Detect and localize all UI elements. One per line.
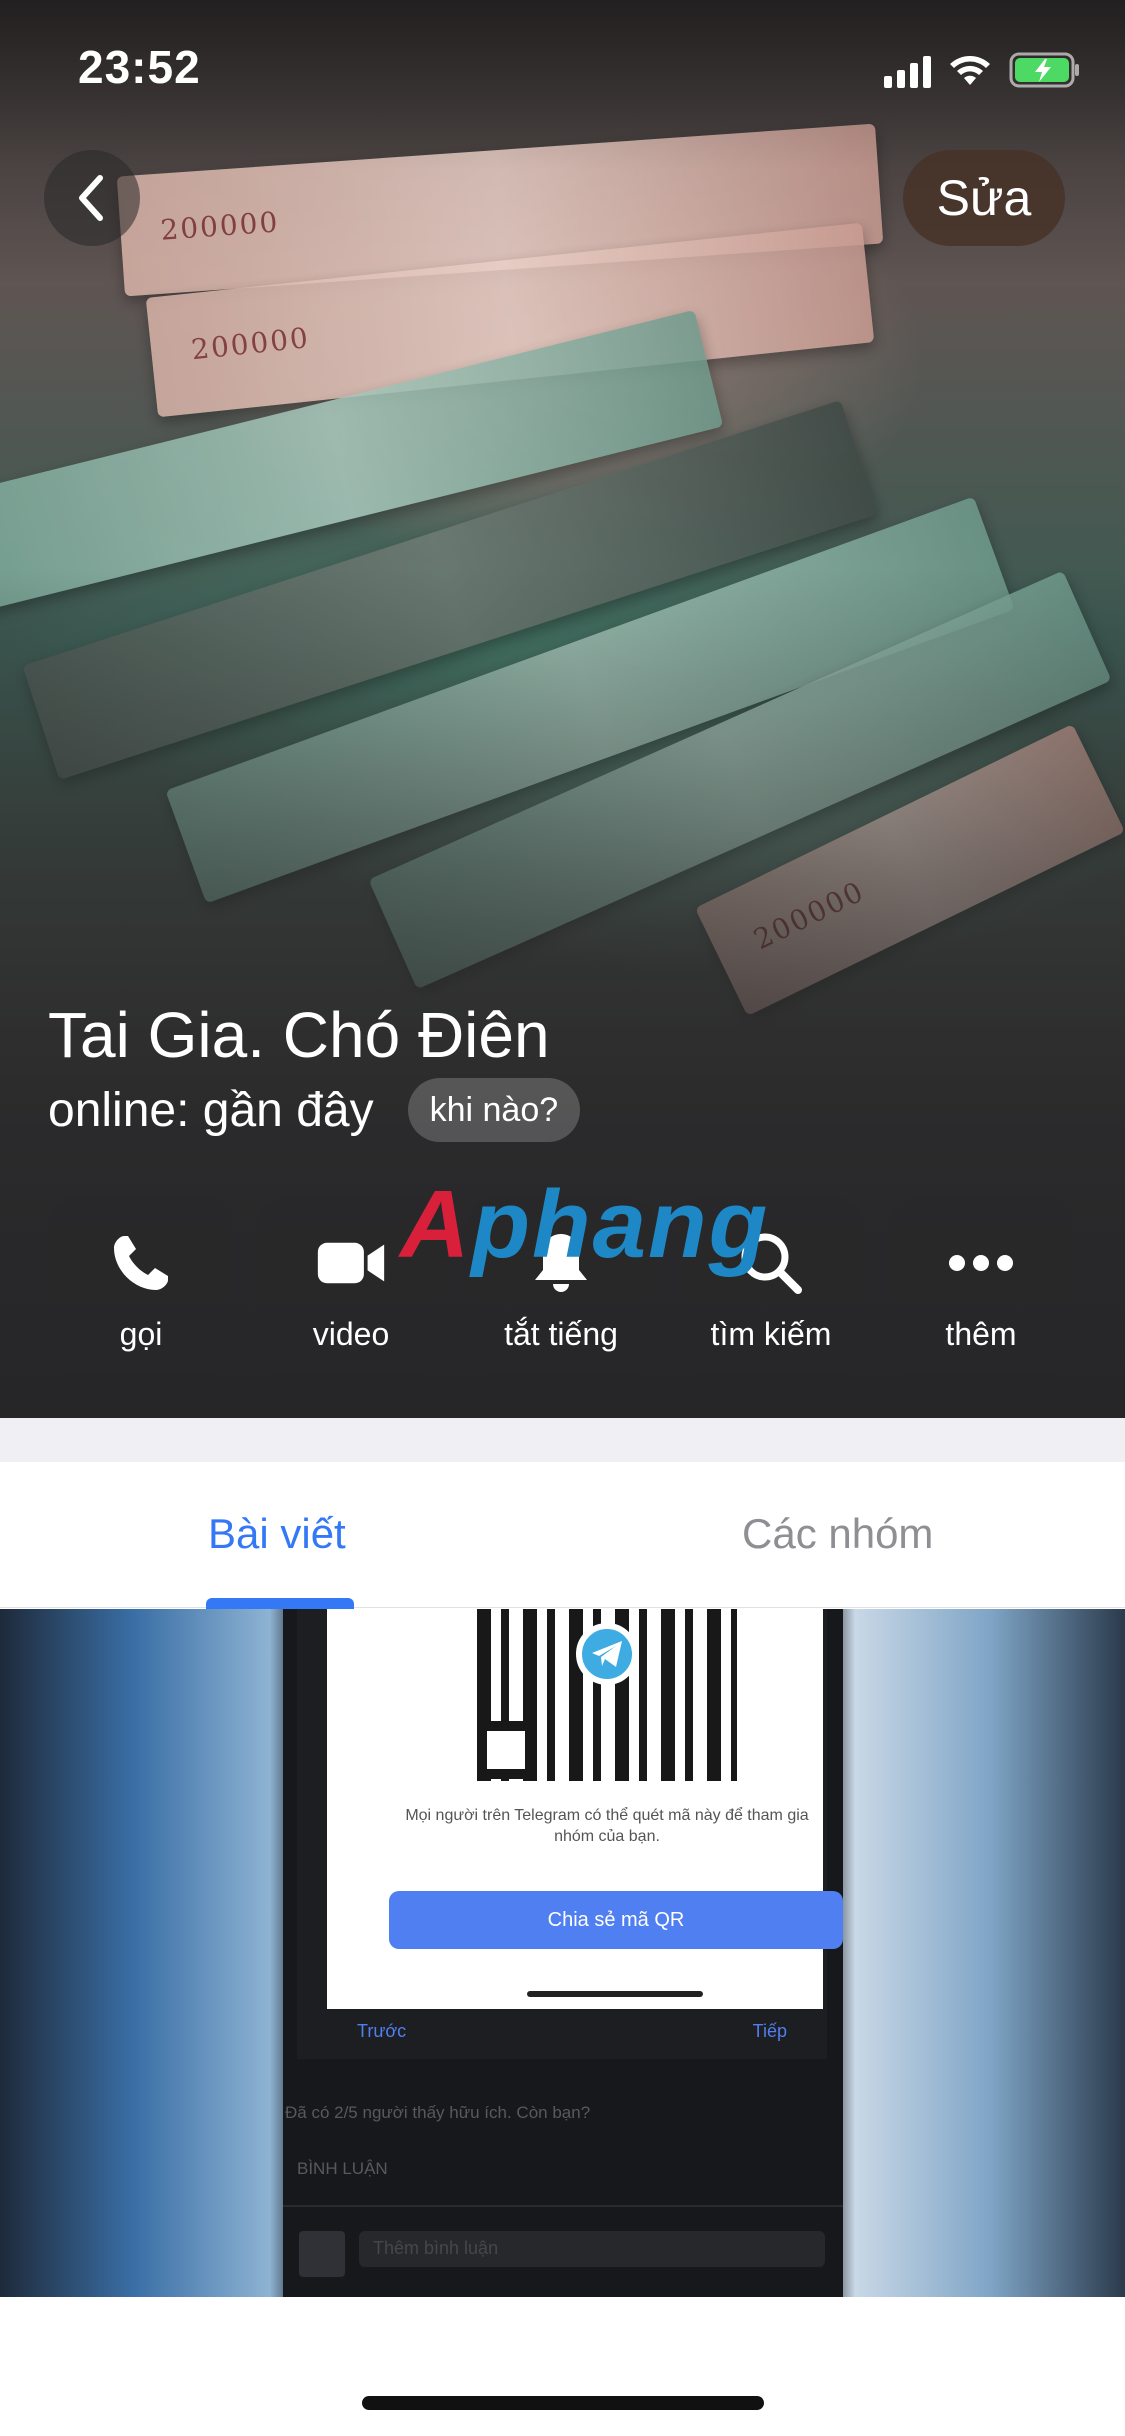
share-qr-button: Chia sẻ mã QR — [389, 1891, 843, 1949]
more-dots-icon — [946, 1228, 1016, 1298]
video-camera-icon — [316, 1228, 386, 1298]
cellular-signal-icon — [884, 54, 931, 88]
action-label: tắt tiếng — [504, 1316, 618, 1352]
profile-name: Tai Gia. Chó Điên — [48, 999, 550, 1071]
status-icons — [884, 52, 1081, 88]
section-separator — [0, 1418, 1125, 1462]
action-label: tìm kiếm — [710, 1316, 832, 1352]
chevron-left-icon — [79, 175, 103, 221]
when-chip-button[interactable]: khi nào? — [407, 1078, 581, 1142]
media-screenshot: Mọi người trên Telegram có thể quét mã n… — [283, 1609, 843, 2297]
qr-code — [477, 1609, 737, 1781]
home-indicator[interactable] — [362, 2396, 764, 2410]
shared-media-item[interactable]: Mọi người trên Telegram có thể quét mã n… — [0, 1609, 1125, 2297]
battery-charging-icon — [1009, 52, 1079, 88]
media-comment-input: Thêm bình luận — [359, 2231, 825, 2267]
phone-icon — [106, 1228, 176, 1298]
profile-status-row: online: gần đây khi nào? — [48, 1078, 581, 1142]
wifi-icon — [950, 56, 990, 85]
media-next-label: Tiếp — [752, 2021, 787, 2041]
telegram-logo-icon — [576, 1623, 638, 1685]
profile-tabs: Bài viết Các nhóm — [0, 1462, 1125, 1608]
media-prev-label: Trước — [357, 2021, 407, 2041]
status-time: 23:52 — [78, 41, 201, 93]
media-qr-card: Mọi người trên Telegram có thể quét mã n… — [297, 1609, 843, 2059]
call-button[interactable]: gọi — [48, 1198, 234, 1372]
status-bar: 23:52 — [0, 0, 1125, 130]
media-comment-label: BÌNH LUẬN — [297, 2159, 388, 2178]
media-qr-sheet: Mọi người trên Telegram có thể quét mã n… — [327, 1609, 843, 2009]
back-button[interactable] — [44, 150, 140, 246]
tab-posts[interactable]: Bài viết — [208, 1510, 346, 1558]
action-label: thêm — [945, 1316, 1017, 1352]
profile-header: 200000 200000 200000 23:52 — [0, 0, 1125, 1418]
more-button[interactable]: thêm — [888, 1198, 1074, 1372]
action-label: video — [312, 1316, 390, 1352]
edit-button[interactable]: Sửa — [903, 150, 1065, 246]
media-divider — [283, 2205, 843, 2207]
qr-description: Mọi người trên Telegram có thể quét mã n… — [405, 1807, 809, 1845]
watermark-logo: Aphang — [400, 1171, 770, 1278]
last-seen-status: online: gần đây — [48, 1083, 374, 1137]
media-avatar — [299, 2231, 345, 2277]
media-helpful-text: Đã có 2/5 người thấy hữu ích. Còn bạn? — [285, 2103, 591, 2122]
tab-groups[interactable]: Các nhóm — [742, 1510, 933, 1558]
action-label: gọi — [119, 1316, 163, 1352]
media-home-bar — [527, 1991, 703, 1997]
